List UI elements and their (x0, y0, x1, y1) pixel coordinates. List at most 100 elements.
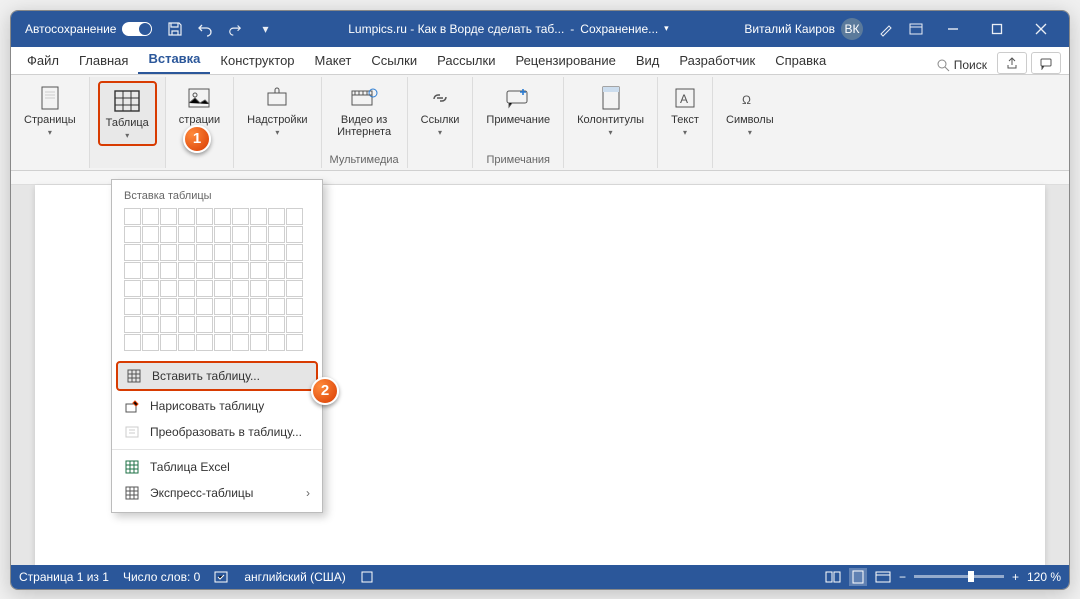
pages-button[interactable]: Страницы ▾ (19, 81, 81, 140)
grid-cell[interactable] (142, 226, 159, 243)
grid-cell[interactable] (286, 208, 303, 225)
tab-insert[interactable]: Вставка (138, 45, 210, 74)
grid-cell[interactable] (196, 280, 213, 297)
grid-cell[interactable] (214, 298, 231, 315)
addins-button[interactable]: Надстройки ▾ (242, 81, 312, 140)
grid-cell[interactable] (250, 244, 267, 261)
grid-cell[interactable] (124, 334, 141, 351)
tab-layout[interactable]: Макет (305, 47, 362, 74)
online-video-button[interactable]: Видео из Интернета (332, 81, 396, 141)
grid-cell[interactable] (214, 226, 231, 243)
grid-cell[interactable] (196, 262, 213, 279)
grid-cell[interactable] (232, 226, 249, 243)
symbols-button[interactable]: Ω Символы ▾ (721, 81, 779, 140)
autosave[interactable]: Автосохранение (17, 22, 160, 36)
tab-view[interactable]: Вид (626, 47, 670, 74)
table-button[interactable]: Таблица ▾ (98, 81, 157, 146)
comments-button[interactable] (1031, 52, 1061, 74)
grid-cell[interactable] (286, 262, 303, 279)
print-layout-icon[interactable] (849, 568, 867, 586)
grid-cell[interactable] (250, 208, 267, 225)
grid-cell[interactable] (268, 316, 285, 333)
grid-cell[interactable] (124, 316, 141, 333)
menu-excel-table[interactable]: Таблица Excel (112, 454, 322, 480)
grid-cell[interactable] (196, 298, 213, 315)
grid-cell[interactable] (178, 226, 195, 243)
grid-cell[interactable] (142, 280, 159, 297)
close-button[interactable] (1019, 11, 1063, 47)
spellcheck-icon[interactable] (214, 570, 230, 584)
grid-cell[interactable] (232, 280, 249, 297)
page-indicator[interactable]: Страница 1 из 1 (19, 570, 109, 584)
grid-cell[interactable] (250, 262, 267, 279)
grid-cell[interactable] (214, 262, 231, 279)
grid-cell[interactable] (268, 244, 285, 261)
grid-cell[interactable] (232, 316, 249, 333)
tab-design[interactable]: Конструктор (210, 47, 304, 74)
grid-cell[interactable] (286, 298, 303, 315)
grid-cell[interactable] (160, 208, 177, 225)
grid-cell[interactable] (268, 280, 285, 297)
grid-cell[interactable] (214, 316, 231, 333)
qat-more-icon[interactable]: ▾ (250, 11, 280, 47)
grid-cell[interactable] (286, 244, 303, 261)
grid-cell[interactable] (232, 334, 249, 351)
tab-help[interactable]: Справка (765, 47, 836, 74)
links-button[interactable]: Ссылки ▾ (416, 81, 465, 140)
grid-cell[interactable] (160, 298, 177, 315)
undo-icon[interactable] (190, 11, 220, 47)
grid-cell[interactable] (286, 334, 303, 351)
grid-cell[interactable] (286, 316, 303, 333)
tab-file[interactable]: Файл (17, 47, 69, 74)
grid-cell[interactable] (160, 262, 177, 279)
grid-cell[interactable] (142, 208, 159, 225)
autosave-toggle[interactable] (122, 22, 152, 36)
table-size-grid[interactable] (112, 208, 322, 359)
grid-cell[interactable] (160, 316, 177, 333)
grid-cell[interactable] (142, 262, 159, 279)
grid-cell[interactable] (142, 316, 159, 333)
word-count[interactable]: Число слов: 0 (123, 570, 200, 584)
minimize-button[interactable] (931, 11, 975, 47)
comment-button[interactable]: Примечание (481, 81, 555, 129)
grid-cell[interactable] (214, 280, 231, 297)
grid-cell[interactable] (178, 316, 195, 333)
grid-cell[interactable] (196, 226, 213, 243)
grid-cell[interactable] (214, 334, 231, 351)
grid-cell[interactable] (286, 226, 303, 243)
grid-cell[interactable] (160, 244, 177, 261)
share-button[interactable] (997, 52, 1027, 74)
grid-cell[interactable] (196, 316, 213, 333)
grid-cell[interactable] (178, 208, 195, 225)
macro-icon[interactable] (360, 570, 374, 584)
grid-cell[interactable] (268, 334, 285, 351)
grid-cell[interactable] (124, 262, 141, 279)
grid-cell[interactable] (286, 280, 303, 297)
grid-cell[interactable] (142, 334, 159, 351)
tab-developer[interactable]: Разработчик (669, 47, 765, 74)
grid-cell[interactable] (178, 334, 195, 351)
grid-cell[interactable] (124, 226, 141, 243)
grid-cell[interactable] (232, 208, 249, 225)
grid-cell[interactable] (214, 208, 231, 225)
grid-cell[interactable] (250, 280, 267, 297)
grid-cell[interactable] (178, 298, 195, 315)
ribbon-display-icon[interactable] (901, 11, 931, 47)
inking-icon[interactable] (871, 11, 901, 47)
menu-insert-table[interactable]: Вставить таблицу... (116, 361, 318, 391)
menu-quick-tables[interactable]: Экспресс-таблицы › (112, 480, 322, 506)
tab-mailings[interactable]: Рассылки (427, 47, 505, 74)
grid-cell[interactable] (142, 244, 159, 261)
grid-cell[interactable] (124, 208, 141, 225)
grid-cell[interactable] (196, 334, 213, 351)
menu-draw-table[interactable]: Нарисовать таблицу (112, 393, 322, 419)
grid-cell[interactable] (250, 316, 267, 333)
grid-cell[interactable] (232, 262, 249, 279)
zoom-in[interactable]: + (1012, 570, 1019, 584)
tab-references[interactable]: Ссылки (361, 47, 427, 74)
grid-cell[interactable] (124, 280, 141, 297)
grid-cell[interactable] (124, 298, 141, 315)
tab-home[interactable]: Главная (69, 47, 138, 74)
grid-cell[interactable] (124, 244, 141, 261)
redo-icon[interactable] (220, 11, 250, 47)
